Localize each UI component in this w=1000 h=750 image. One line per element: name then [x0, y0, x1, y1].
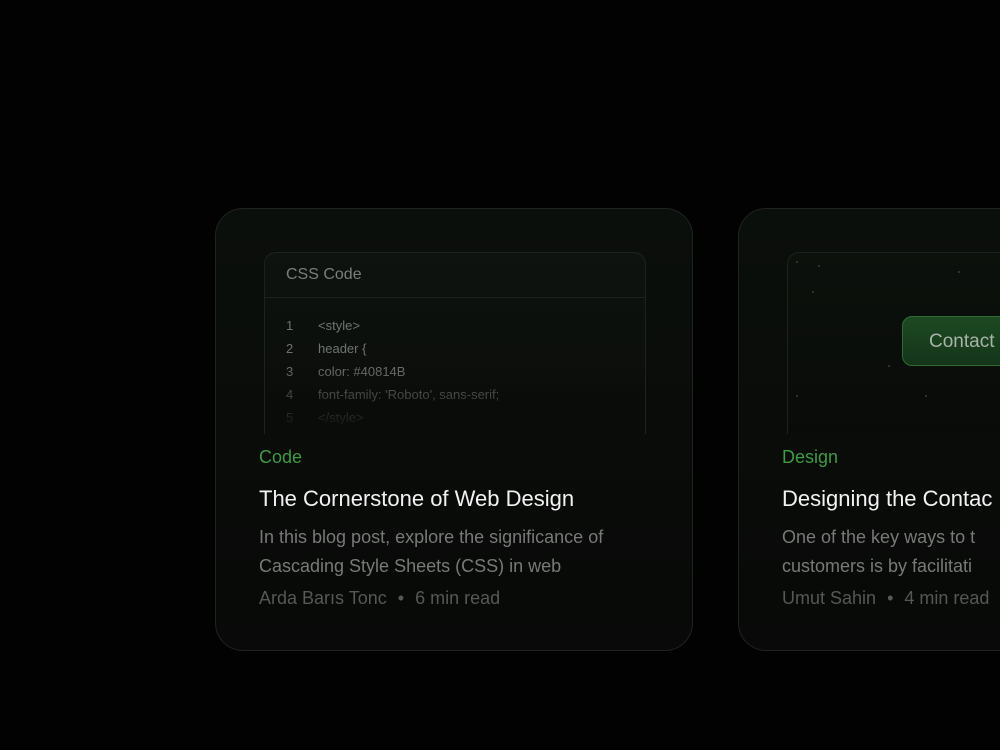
code-line: 1 <style> — [265, 314, 645, 337]
line-number: 1 — [286, 318, 294, 333]
meta-separator: • — [397, 588, 405, 608]
code-preview-window: CSS Code 1 <style> 2 header { 3 color: #… — [264, 252, 646, 434]
author-name: Umut Sahin — [782, 588, 877, 608]
code-line: 4 font-family: 'Roboto', sans-serif; — [265, 383, 645, 406]
button-preview-window: Contact — [787, 252, 1000, 434]
line-number: 4 — [286, 387, 294, 402]
contact-button[interactable]: Contact — [902, 316, 1000, 366]
code-line: 3 color: #40814B — [265, 360, 645, 383]
post-meta: Arda Barıs Tonc • 6 min read — [259, 588, 500, 609]
line-number: 5 — [286, 410, 294, 425]
blog-card-carousel: CSS Code 1 <style> 2 header { 3 color: #… — [0, 0, 1000, 750]
star-dot — [796, 261, 798, 263]
line-text: <style> — [318, 318, 360, 333]
code-line: 5 </style> — [265, 406, 645, 429]
category-tag[interactable]: Design — [782, 447, 838, 468]
post-excerpt: One of the key ways to t customers is by… — [782, 527, 976, 576]
star-dot — [958, 271, 960, 273]
star-dot — [925, 395, 927, 397]
blog-card-css[interactable]: CSS Code 1 <style> 2 header { 3 color: #… — [215, 208, 693, 651]
code-lines: 1 <style> 2 header { 3 color: #40814B 4 … — [265, 298, 645, 429]
post-meta: Umut Sahin • 4 min read — [782, 588, 989, 609]
category-tag[interactable]: Code — [259, 447, 302, 468]
code-line: 2 header { — [265, 337, 645, 360]
author-name: Arda Barıs Tonc — [259, 588, 387, 608]
code-window-title: CSS Code — [265, 253, 645, 298]
meta-separator: • — [887, 588, 894, 608]
star-dot — [888, 365, 890, 367]
line-text: </style> — [318, 410, 364, 425]
star-dot — [812, 291, 814, 293]
post-title[interactable]: Designing the Contac — [782, 486, 992, 512]
line-number: 2 — [286, 341, 294, 356]
line-number: 3 — [286, 364, 294, 379]
line-text: header { — [318, 341, 367, 356]
line-text: font-family: 'Roboto', sans-serif; — [318, 387, 500, 402]
read-time: 6 min read — [415, 588, 501, 608]
post-title[interactable]: The Cornerstone of Web Design — [259, 486, 574, 512]
read-time: 4 min read — [904, 588, 990, 608]
line-text: color: #40814B — [318, 364, 406, 379]
star-dot — [818, 265, 820, 267]
star-dot — [796, 395, 798, 397]
post-excerpt: In this blog post, explore the significa… — [259, 527, 604, 576]
blog-card-contact[interactable]: Contact Design Designing the Contac One … — [738, 208, 1000, 651]
